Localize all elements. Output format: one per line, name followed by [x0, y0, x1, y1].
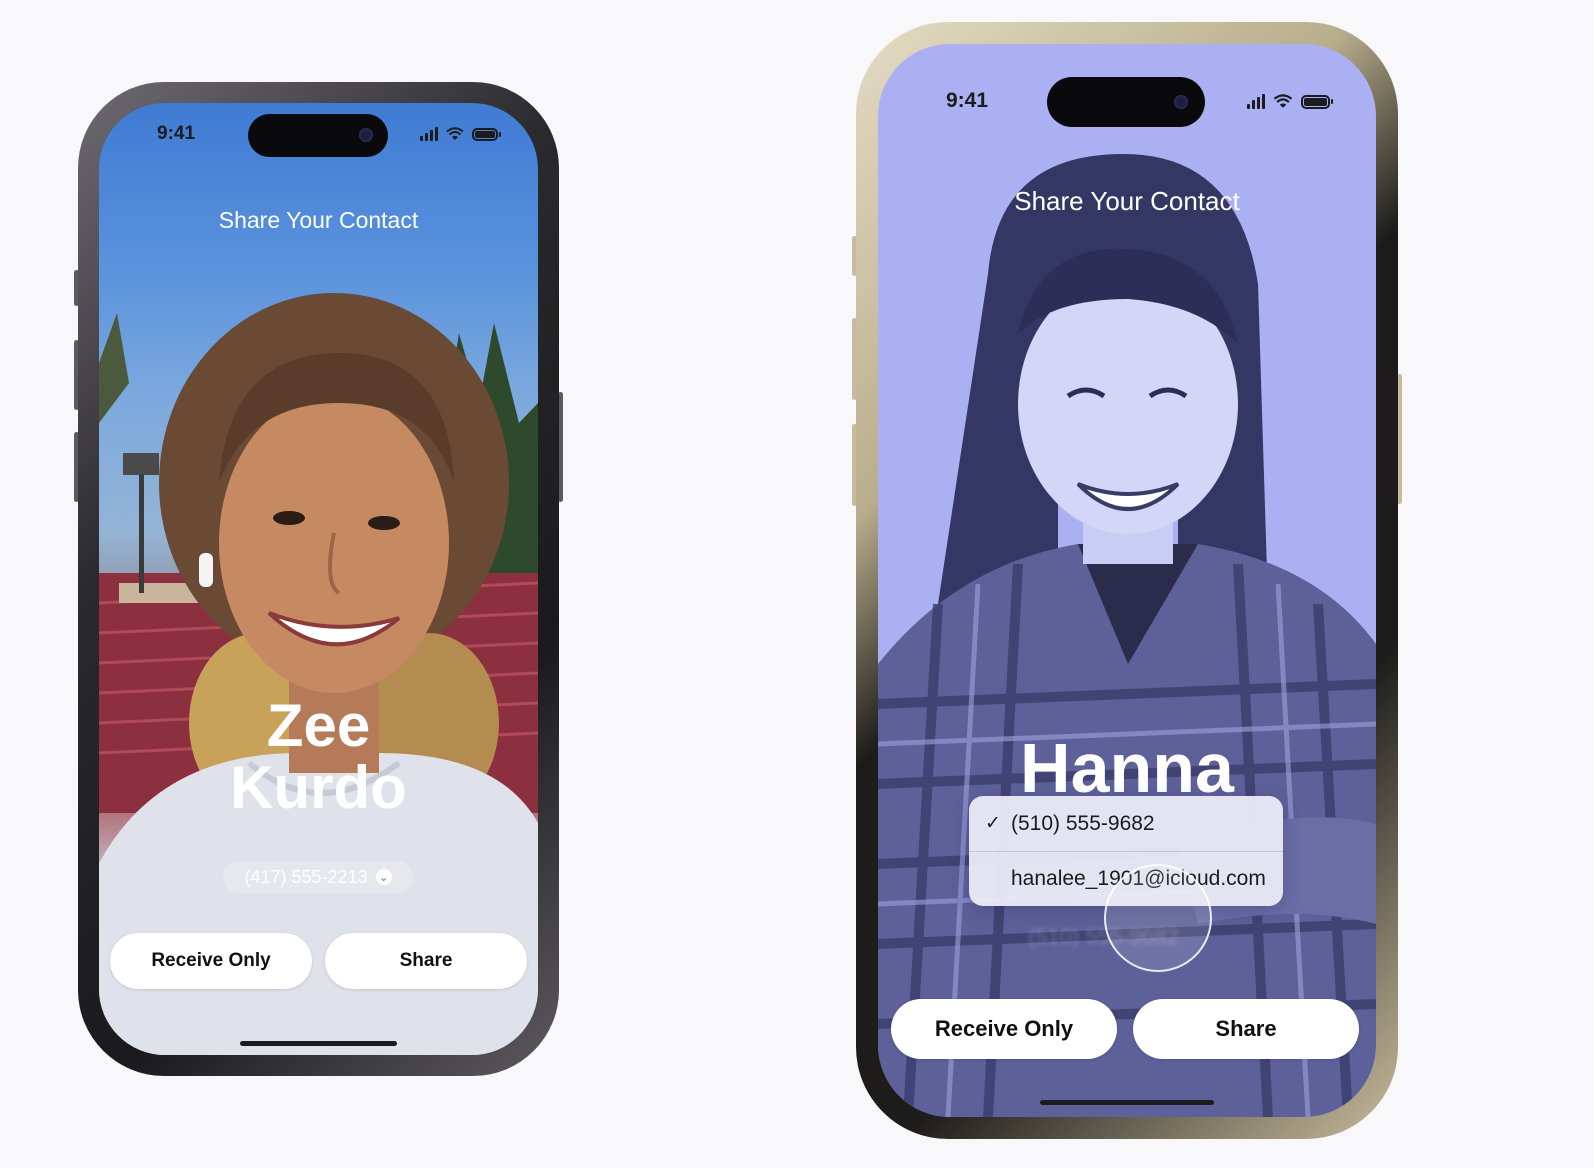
dynamic-island [248, 114, 388, 157]
status-time: 9:41 [157, 123, 196, 144]
status-time: 9:41 [946, 89, 989, 112]
contact-first-name: Zee [266, 692, 371, 759]
phone-number-picker[interactable]: (417) 555-2213 ⌄ [223, 861, 413, 893]
menu-item-label: (510) 555-9682 [1011, 811, 1155, 835]
share-button[interactable]: Share [1133, 999, 1359, 1059]
checkmark-icon: ✓ [985, 813, 1001, 834]
menu-item-phone[interactable]: ✓ (510) 555-9682 [969, 796, 1283, 851]
status-icons [1247, 94, 1333, 109]
iphone-left: 9:41 Share Your Contact Zee Kurdo (417) … [74, 82, 563, 1076]
touch-indicator [1104, 864, 1212, 972]
share-button[interactable]: Share [325, 933, 527, 989]
receive-only-button[interactable]: Receive Only [110, 933, 312, 989]
home-indicator[interactable] [1040, 1100, 1214, 1105]
phone-number: (417) 555-2213 [244, 866, 368, 887]
iphone-right: 9:41 Share Your Contact Hanna (510) 555-… [852, 22, 1402, 1139]
screen: 9:41 Share Your Contact Zee Kurdo (417) … [99, 103, 538, 1055]
receive-only-button[interactable]: Receive Only [891, 999, 1117, 1059]
chevron-down-icon: ⌄ [375, 869, 392, 885]
wifi-icon [1273, 94, 1293, 108]
front-camera [359, 128, 373, 142]
contact-first-name: Hanna [1020, 729, 1234, 807]
contact-last-name: Kurdo [230, 753, 407, 821]
battery-icon [472, 127, 501, 141]
status-icons [420, 127, 501, 141]
home-indicator[interactable] [240, 1041, 397, 1046]
share-your-contact-title: Share Your Contact [218, 207, 419, 233]
screen: 9:41 Share Your Contact Hanna (510) 555-… [878, 44, 1376, 1117]
wifi-icon [446, 127, 464, 140]
share-your-contact-title: Share Your Contact [1014, 186, 1240, 216]
cellular-signal-icon [1247, 94, 1265, 109]
cellular-signal-icon [420, 127, 438, 141]
dynamic-island [1047, 77, 1205, 127]
front-camera [1174, 95, 1188, 109]
contact-name: Zee Kurdo [99, 695, 538, 819]
contact-poster-photo [99, 293, 538, 1055]
battery-icon [1301, 94, 1333, 109]
